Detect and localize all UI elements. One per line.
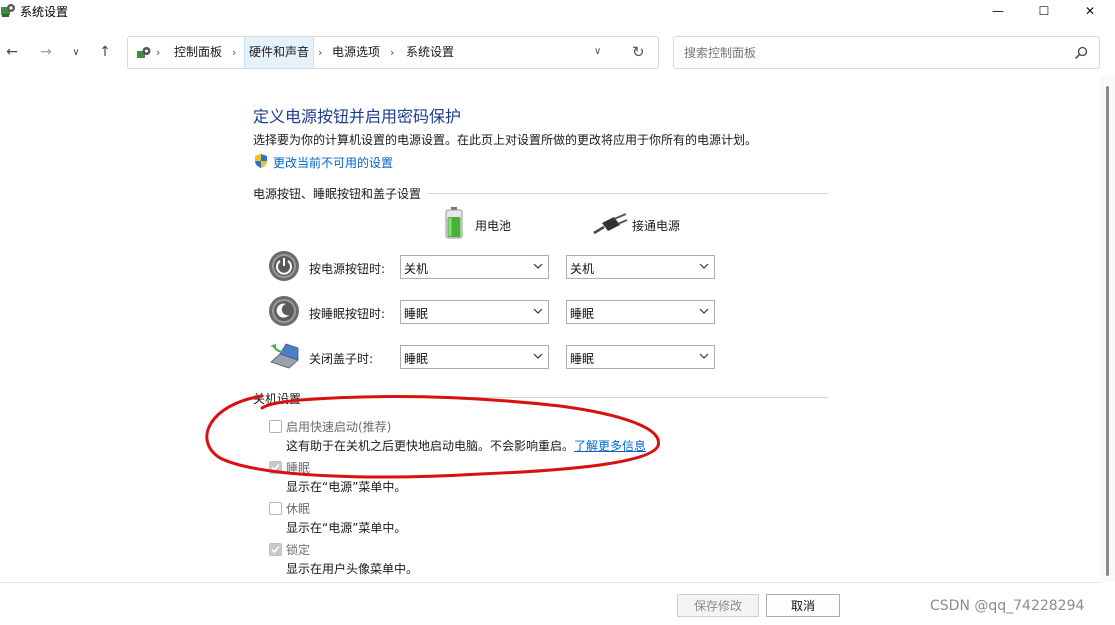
minimize-icon: — — [992, 4, 1004, 18]
select-value: 睡眠 — [404, 307, 429, 321]
fast-startup-description: 这有助于在关机之后更快地启动电脑。不会影响重启。了解更多信息 — [286, 437, 646, 454]
checkmark-icon — [271, 545, 280, 554]
window-title: 系统设置 — [20, 5, 69, 19]
breadcrumb-separator-icon: › — [318, 46, 323, 59]
lock-checkbox[interactable] — [269, 543, 282, 556]
breadcrumb-control-panel[interactable]: 控制面板 — [170, 37, 226, 68]
hibernate-checkbox[interactable] — [269, 502, 282, 515]
laptop-lid-icon — [270, 343, 299, 369]
recent-locations-button[interactable]: ∨ — [64, 40, 88, 64]
sleep-option-description: 显示在“电源”菜单中。 — [286, 480, 407, 494]
minimize-button[interactable]: — — [975, 0, 1021, 22]
close-lid-plugged-select[interactable]: 睡眠 — [566, 345, 715, 369]
breadcrumb-separator-icon: › — [156, 46, 161, 59]
power-button-label: 按电源按钮时: — [309, 262, 386, 276]
hibernate-option-title: 休眠 — [286, 502, 311, 516]
fast-startup-desc-text: 这有助于在关机之后更快地启动电脑。不会影响重启。 — [286, 439, 575, 453]
search-box[interactable] — [673, 36, 1100, 69]
close-button[interactable]: ✕ — [1067, 0, 1113, 22]
chevron-down-icon — [533, 263, 543, 269]
search-icon[interactable] — [1073, 45, 1089, 61]
lock-option-title: 锁定 — [286, 543, 311, 557]
shutdown-section-title: 关机设置 — [253, 390, 308, 407]
control-panel-app-icon — [1, 4, 15, 17]
select-value: 关机 — [570, 262, 595, 276]
fast-startup-title: 启用快速启动(推荐) — [286, 420, 392, 434]
address-bar[interactable]: › 控制面板 › 硬件和声音 › 电源选项 › 系统设置 ∨ ↻ — [127, 36, 659, 69]
maximize-icon: ☐ — [1038, 4, 1050, 18]
search-input[interactable] — [682, 43, 1066, 63]
battery-icon — [445, 207, 463, 239]
scrollbar-thumb[interactable] — [1106, 86, 1109, 576]
maximize-button[interactable]: ☐ — [1021, 0, 1067, 22]
change-settings-link-label[interactable]: 更改当前不可用的设置 — [273, 154, 393, 171]
close-lid-label: 关闭盖子时: — [309, 352, 374, 366]
section-divider — [253, 397, 828, 398]
save-changes-button[interactable]: 保存修改 — [677, 594, 759, 617]
footer-divider — [0, 582, 1100, 583]
uac-shield-icon — [255, 154, 267, 168]
breadcrumb-separator-icon: › — [232, 46, 237, 59]
hibernate-option-description: 显示在“电源”菜单中。 — [286, 521, 407, 535]
select-value: 关机 — [404, 262, 429, 276]
checkmark-icon — [271, 463, 280, 472]
close-icon: ✕ — [1084, 4, 1096, 18]
close-lid-battery-select[interactable]: 睡眠 — [400, 345, 549, 369]
chevron-down-icon — [533, 308, 543, 314]
power-buttons-section-title: 电源按钮、睡眠按钮和盖子设置 — [253, 185, 428, 202]
chevron-down-icon — [699, 263, 709, 269]
plugged-in-column-header: 接通电源 — [632, 219, 681, 233]
forward-button[interactable]: → — [34, 40, 58, 64]
system-settings-window: 系统设置 — ☐ ✕ ← → ∨ ↑ › 控制面板 › 硬件和声音 › 电源选项… — [0, 0, 1115, 625]
up-level-button[interactable]: ↑ — [93, 40, 117, 64]
chevron-down-icon — [699, 353, 709, 359]
red-annotation-ellipse — [205, 394, 660, 479]
sleep-option-title: 睡眠 — [286, 461, 311, 475]
breadcrumb-separator-icon: › — [390, 46, 395, 59]
cancel-button[interactable]: 取消 — [766, 594, 840, 617]
select-value: 睡眠 — [404, 352, 429, 366]
up-arrow-icon: ↑ — [99, 44, 111, 60]
breadcrumb-hardware-sound[interactable]: 硬件和声音 — [244, 37, 315, 68]
page-title: 定义电源按钮并启用密码保护 — [253, 107, 462, 126]
learn-more-link[interactable]: 了解更多信息 — [574, 439, 646, 453]
power-button-plugged-select[interactable]: 关机 — [566, 255, 715, 279]
refresh-icon[interactable]: ↻ — [632, 43, 645, 61]
battery-column-header: 用电池 — [475, 219, 512, 233]
select-value: 睡眠 — [570, 307, 595, 321]
forward-arrow-icon: → — [40, 44, 52, 60]
back-button[interactable]: ← — [0, 40, 24, 64]
sleep-checkbox[interactable] — [269, 461, 282, 474]
back-arrow-icon: ← — [6, 44, 18, 60]
address-dropdown-icon[interactable]: ∨ — [594, 46, 601, 57]
csdn-watermark: CSDN @qq_74228294 — [930, 598, 1085, 614]
sleep-button-icon — [269, 296, 299, 326]
title-bar: 系统设置 — ☐ ✕ — [0, 0, 1115, 22]
sleep-button-label: 按睡眠按钮时: — [309, 307, 386, 321]
power-button-icon — [269, 251, 299, 281]
sleep-button-plugged-select[interactable]: 睡眠 — [566, 300, 715, 324]
power-button-battery-select[interactable]: 关机 — [400, 255, 549, 279]
breadcrumb-system-settings[interactable]: 系统设置 — [402, 37, 458, 68]
lock-option-description: 显示在用户头像菜单中。 — [286, 562, 419, 576]
select-value: 睡眠 — [570, 352, 595, 366]
control-panel-icon — [137, 47, 151, 58]
chevron-down-icon: ∨ — [72, 46, 80, 58]
chevron-down-icon — [533, 353, 543, 359]
page-description: 选择要为你的计算机设置的电源设置。在此页上对设置所做的更改将应用于你所有的电源计… — [253, 133, 758, 147]
chevron-down-icon — [699, 308, 709, 314]
power-plug-icon — [593, 213, 628, 235]
sleep-button-battery-select[interactable]: 睡眠 — [400, 300, 549, 324]
breadcrumb-power-options[interactable]: 电源选项 — [328, 37, 384, 68]
fast-startup-checkbox[interactable] — [269, 420, 282, 433]
